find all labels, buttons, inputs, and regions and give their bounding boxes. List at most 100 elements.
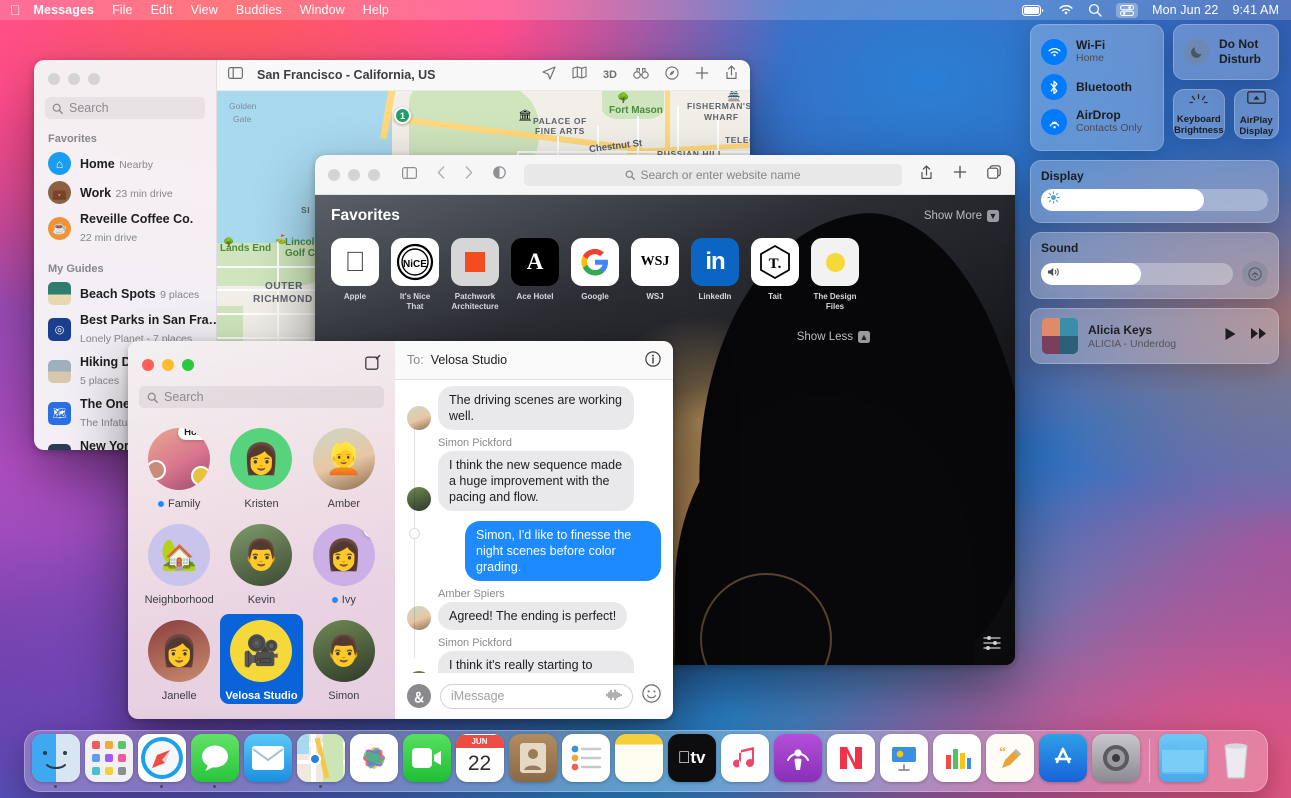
menubar-date[interactable]: Mon Jun 22: [1152, 3, 1218, 17]
dock-item-contacts[interactable]: [509, 734, 557, 789]
menu-item-buddies[interactable]: Buddies: [227, 3, 291, 17]
dock-item-facetime[interactable]: [403, 734, 451, 789]
maps-favorite-home[interactable]: ⌂ Home Nearby: [34, 149, 216, 178]
emoji-smiley-icon[interactable]: [642, 684, 661, 708]
wifi-icon[interactable]: [1058, 4, 1074, 16]
3d-icon[interactable]: 3D: [603, 69, 617, 81]
contact-neighborhood[interactable]: 🏡 Neighborhood: [138, 518, 220, 608]
dock-item-messages[interactable]: [191, 734, 239, 789]
menu-item-view[interactable]: View: [182, 3, 227, 17]
maps-favorite-coffee[interactable]: ☕ Reveille Coffee Co. 22 min drive: [34, 207, 216, 249]
show-more-button[interactable]: Show More ▼: [924, 210, 999, 222]
dock-item-reminders[interactable]: [562, 734, 610, 789]
dock-item-tv[interactable]: tv: [668, 734, 716, 789]
compose-icon[interactable]: [365, 354, 381, 375]
dock-item-notes[interactable]: [615, 734, 663, 789]
control-airdrop[interactable]: AirDrop Contacts Only: [1031, 104, 1163, 140]
binoculars-icon[interactable]: [633, 66, 649, 84]
airplay-audio-icon[interactable]: [1242, 261, 1268, 287]
control-wifi[interactable]: Wi-Fi Home: [1031, 34, 1163, 70]
privacy-shield-icon[interactable]: [493, 166, 506, 184]
info-circle-icon[interactable]: [645, 351, 661, 370]
safari-address-bar[interactable]: Search or enter website name: [524, 164, 902, 186]
favorite-design-files[interactable]: The Design Files: [811, 238, 859, 312]
favorite-patchwork[interactable]: Patchwork Architecture: [451, 238, 499, 312]
dock-item-music[interactable]: [721, 734, 769, 789]
maps-search-input[interactable]: Search: [45, 97, 205, 119]
contact-ivy[interactable]: 👩 ❤ Ivy: [303, 518, 385, 608]
menu-item-app[interactable]: Messages: [34, 3, 104, 17]
location-arrow-icon[interactable]: [542, 66, 556, 85]
dock-item-finder[interactable]: [32, 734, 80, 789]
dock-item-launchpad[interactable]: [85, 734, 133, 789]
contact-janelle[interactable]: 👩 Janelle: [138, 614, 220, 704]
chevron-left-icon[interactable]: [437, 166, 445, 184]
messages-traffic-lights[interactable]: [142, 359, 194, 371]
contact-amber[interactable]: 👱 Amber: [303, 422, 385, 512]
favorite-ace-hotel[interactable]: A Ace Hotel: [511, 238, 559, 312]
dock-item-news[interactable]: [827, 734, 875, 789]
dock-item-keynote[interactable]: [880, 734, 928, 789]
menubar-time[interactable]: 9:41 AM: [1232, 3, 1279, 17]
message-bubble[interactable]: I think it's really starting to shine.: [438, 651, 634, 673]
dock-item-podcasts[interactable]: [774, 734, 822, 789]
sidebar-toggle-icon[interactable]: [402, 166, 417, 184]
contact-velosa-studio[interactable]: 🎥 Velosa Studio: [220, 614, 302, 704]
map-book-icon[interactable]: [572, 66, 587, 84]
sound-volume-slider[interactable]: [1041, 263, 1233, 285]
search-icon[interactable]: [1088, 3, 1102, 17]
to-value[interactable]: Velosa Studio: [431, 353, 507, 367]
display-brightness-slider[interactable]: [1041, 189, 1268, 211]
safari-traffic-lights[interactable]: [328, 169, 380, 181]
share-icon[interactable]: [920, 165, 933, 185]
dock-item-downloads[interactable]: [1159, 734, 1207, 789]
message-thread[interactable]: The driving scenes are working well. Sim…: [395, 380, 673, 673]
imessage-input[interactable]: iMessage: [440, 684, 633, 709]
menu-item-edit[interactable]: Edit: [142, 3, 182, 17]
contact-simon[interactable]: 👨 Simon: [303, 614, 385, 704]
show-less-button[interactable]: Show Less ▲: [797, 331, 870, 343]
favorite-linkedin[interactable]: in LinkedIn: [691, 238, 739, 312]
favorite-its-nice-that[interactable]: NiCE It's Nice That: [391, 238, 439, 312]
audio-waveform-icon[interactable]: [606, 689, 622, 704]
map-pin-1[interactable]: 1: [394, 107, 411, 124]
messages-search-input[interactable]: Search: [139, 386, 384, 408]
control-bluetooth[interactable]: Bluetooth: [1031, 70, 1163, 104]
dock-item-trash[interactable]: [1212, 734, 1260, 789]
maps-traffic-lights[interactable]: [34, 60, 216, 85]
dock-item-numbers[interactable]: [933, 734, 981, 789]
contact-kristen[interactable]: 👩 Kristen: [220, 422, 302, 512]
conversation-recipient-bar[interactable]: To: Velosa Studio: [395, 341, 673, 380]
app-store-messages-icon[interactable]: ＆: [407, 684, 431, 708]
menu-item-window[interactable]: Window: [291, 3, 354, 17]
maps-favorite-work[interactable]: 💼 Work 23 min drive: [34, 178, 216, 207]
contact-family[interactable]: Home! Family: [138, 422, 220, 512]
favorite-wsj[interactable]: WSJ WSJ: [631, 238, 679, 312]
dock-item-app-store[interactable]: [1039, 734, 1087, 789]
maps-guide-beach[interactable]: Beach Spots 9 places: [34, 279, 216, 308]
message-bubble[interactable]: Simon, I'd like to finesse the night sce…: [465, 521, 661, 581]
dock-item-calendar[interactable]: JUN 22: [456, 734, 504, 789]
compass-icon[interactable]: [665, 66, 679, 85]
dock-item-mail[interactable]: [244, 734, 292, 789]
control-center-icon[interactable]: [1116, 3, 1138, 18]
control-airplay-display[interactable]: AirPlay Display: [1234, 89, 1279, 139]
sidebar-toggle-icon[interactable]: [228, 66, 243, 84]
forward-icon[interactable]: [1250, 327, 1267, 345]
dock-item-pages[interactable]: “: [986, 734, 1034, 789]
favorite-google[interactable]: Google: [571, 238, 619, 312]
equalizer-icon[interactable]: [983, 634, 1001, 655]
battery-icon[interactable]: [1022, 5, 1044, 16]
control-keyboard-brightness[interactable]: Keyboard Brightness: [1173, 89, 1225, 139]
share-icon[interactable]: [725, 65, 738, 85]
dock-item-maps[interactable]: [297, 734, 345, 789]
contact-kevin[interactable]: 👨 Kevin: [220, 518, 302, 608]
message-bubble[interactable]: I think the new sequence made a huge imp…: [438, 451, 634, 511]
dock-item-system-preferences[interactable]: [1092, 734, 1140, 789]
message-bubble[interactable]: The driving scenes are working well.: [438, 386, 634, 430]
play-icon[interactable]: [1224, 327, 1237, 346]
chevron-right-icon[interactable]: [465, 166, 473, 184]
favorite-apple[interactable]:  Apple: [331, 238, 379, 312]
messages-window[interactable]: Search Home! Family 👩 Kristen 👱: [128, 341, 673, 719]
tab-overview-icon[interactable]: [987, 165, 1001, 184]
